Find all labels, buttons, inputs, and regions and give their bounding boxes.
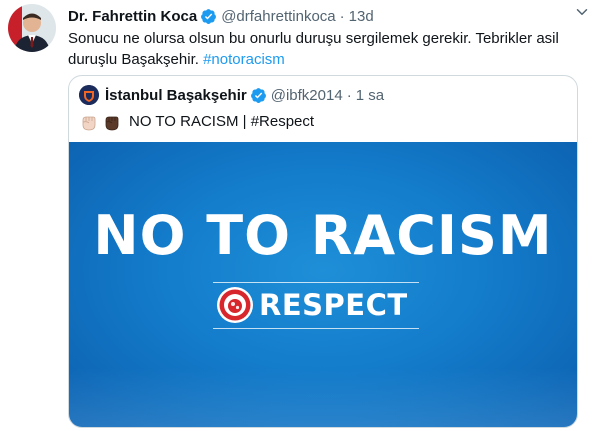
separator-dot: ·	[339, 7, 345, 25]
divider-top	[213, 282, 419, 283]
separator-dot: ·	[346, 86, 352, 104]
raised-fist-light-icon	[82, 116, 96, 131]
author-avatar[interactable]	[8, 4, 56, 52]
author-name[interactable]: Dr. Fahrettin Koca	[68, 8, 197, 25]
divider-bottom	[213, 328, 419, 329]
chevron-down-icon[interactable]	[573, 3, 591, 21]
hashtag-link[interactable]: #notoracism	[203, 51, 285, 68]
quoted-handle[interactable]: @ibfk2014	[271, 87, 343, 104]
respect-label: RESPECT	[259, 288, 408, 322]
quoted-text-row: NO TO RACISM | #Respect	[79, 112, 314, 132]
quoted-tweet[interactable]: İstanbul Başakşehir @ibfk2014 · 1 sa NO …	[68, 75, 578, 428]
tweet-header: Dr. Fahrettin Koca @drfahrettinkoca · 13…	[68, 6, 583, 26]
uefa-badge-icon	[215, 285, 255, 325]
tweet-time[interactable]: 13d	[349, 8, 374, 25]
quoted-time[interactable]: 1 sa	[356, 87, 384, 104]
quoted-text: NO TO RACISM | #Respect	[129, 113, 315, 130]
stadium-glow	[69, 368, 577, 427]
fist-emoji-group	[79, 112, 122, 132]
verified-badge-icon	[250, 87, 267, 104]
raised-fist-dark-icon	[105, 116, 119, 131]
author-handle[interactable]: @drfahrettinkoca	[221, 8, 335, 25]
quoted-avatar[interactable]	[79, 85, 99, 105]
verified-badge-icon	[200, 8, 217, 25]
media-headline: NO TO RACISM	[93, 204, 553, 267]
tweet-text: Sonucu ne olursa olsun bu onurlu duruşu …	[68, 28, 578, 70]
tweet-body: Sonucu ne olursa olsun bu onurlu duruşu …	[68, 30, 559, 68]
quoted-header: İstanbul Başakşehir @ibfk2014 · 1 sa	[79, 85, 384, 105]
quoted-media-image[interactable]: NO TO RACISM RESPECT	[69, 142, 577, 427]
quoted-author-name[interactable]: İstanbul Başakşehir	[105, 87, 247, 104]
